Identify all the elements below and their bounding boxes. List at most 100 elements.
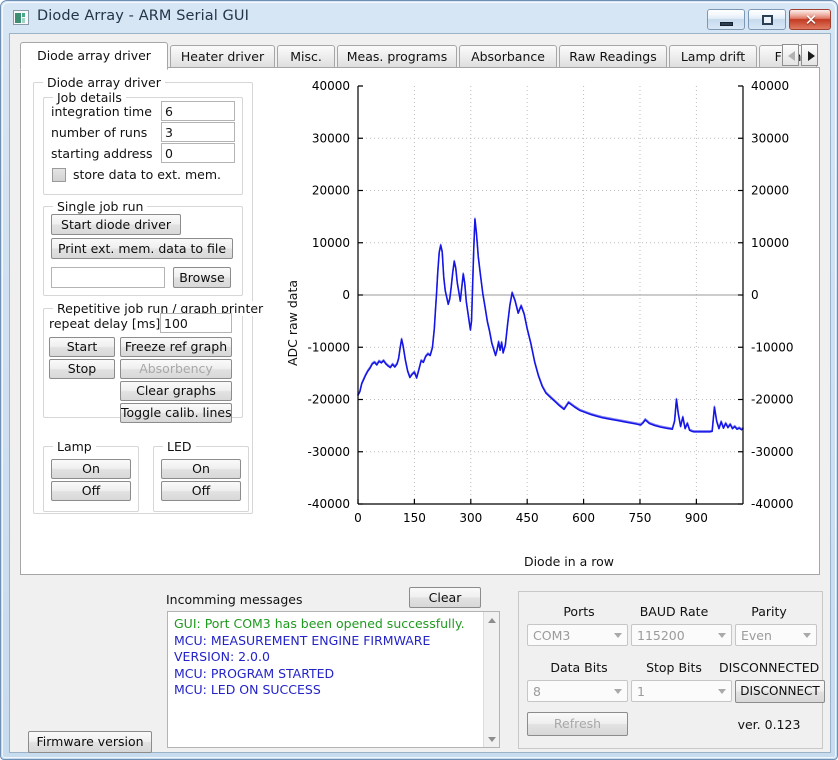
chart-y-tick-label-right: 30000 <box>751 131 789 145</box>
lamp-on-button[interactable]: On <box>51 459 131 479</box>
group-title-job-details: Job details <box>53 90 126 105</box>
minimize-button[interactable] <box>707 9 745 30</box>
led-on-button[interactable]: On <box>161 459 241 479</box>
parity-value: Even <box>741 628 772 643</box>
input-integration-time[interactable]: 6 <box>161 101 235 121</box>
group-title-led: LED <box>163 439 196 454</box>
file-path-input[interactable] <box>51 267 165 288</box>
maximize-icon <box>762 15 773 25</box>
checkbox-store-data-ext-mem[interactable] <box>52 168 66 182</box>
maximize-button[interactable] <box>748 9 786 30</box>
print-ext-mem-data-button[interactable]: Print ext. mem. data to file <box>51 238 233 259</box>
log-line: MCU: MEASUREMENT ENGINE FIRMWARE VERSION… <box>174 632 431 665</box>
chart-y-tick-label: -20000 <box>307 393 350 407</box>
chart-y-tick-label: 10000 <box>312 236 350 250</box>
tab-absorbance[interactable]: Absorbance <box>459 45 557 68</box>
chevron-left-icon <box>788 51 795 61</box>
tab-lamp-drift[interactable]: Lamp drift <box>669 45 757 68</box>
chart-series-line <box>357 217 744 432</box>
stop-bits-dropdown[interactable]: 1 <box>631 680 732 702</box>
log-line: GUI: Port COM3 has been opened successfu… <box>174 616 465 631</box>
chart-y-tick-label: 30000 <box>312 131 350 145</box>
start-button[interactable]: Start <box>49 337 115 357</box>
tab-heater-driver[interactable]: Heater driver <box>170 45 275 68</box>
title-bar[interactable]: Diode Array - ARM Serial GUI ✕ <box>1 1 837 33</box>
incoming-messages-label: Incomming messages <box>166 592 303 607</box>
triangle-up-icon <box>488 618 496 623</box>
group-title-diode-array-driver: Diode array driver <box>43 75 165 90</box>
disconnect-button[interactable]: DISCONNECT <box>735 680 825 703</box>
tab-raw-readings[interactable]: Raw Readings <box>559 45 667 68</box>
input-repeat-delay[interactable]: 100 <box>160 313 232 333</box>
lamp-off-button[interactable]: Off <box>51 481 131 501</box>
chart-x-tick-label: 300 <box>459 511 482 525</box>
log-scroll-up-button[interactable] <box>484 612 499 628</box>
chart-y-tick-label-right: -30000 <box>751 445 794 459</box>
log-scrollbar[interactable] <box>483 612 499 747</box>
ports-value: COM3 <box>533 628 571 643</box>
baud-value: 115200 <box>637 628 685 643</box>
label-starting-address: starting address <box>51 146 153 161</box>
refresh-ports-button[interactable]: Refresh <box>527 712 628 736</box>
connection-status-badge: DISCONNECTED <box>719 660 820 675</box>
chevron-down-icon <box>718 633 726 638</box>
chart-tick-labels: -40000 -40000 -30000 -30000 -20000 -20000 -100… <box>307 79 793 525</box>
chart-x-tick-label: 450 <box>516 511 539 525</box>
toggle-calib-lines-button[interactable]: Toggle calib. lines <box>120 403 232 423</box>
label-parity: Parity <box>751 604 787 619</box>
version-label: ver. 0.123 <box>737 717 801 732</box>
chart-y-tick-label: 40000 <box>312 79 350 93</box>
adc-raw-data-chart[interactable]: -40000 -40000 -30000 -30000 -20000 -20000 -100… <box>283 74 819 572</box>
chart-y-tick-label-right: 0 <box>751 288 759 302</box>
parity-dropdown[interactable]: Even <box>735 624 817 646</box>
chart-x-tick-label: 750 <box>629 511 652 525</box>
tab-misc[interactable]: Misc. <box>277 45 335 68</box>
chevron-down-icon <box>803 633 811 638</box>
tab-page-diode-array-driver: Diode array driver Job details integrati… <box>20 67 820 575</box>
chart-y-tick-label-right: -20000 <box>751 393 794 407</box>
clear-graphs-button[interactable]: Clear graphs <box>120 381 232 401</box>
chart-y-tick-label: -40000 <box>307 497 350 511</box>
application-window: Diode Array - ARM Serial GUI ✕ Diode arr… <box>0 0 838 760</box>
chart-y-tick-label: 20000 <box>312 184 350 198</box>
chart-y-tick-label-right: 10000 <box>751 236 789 250</box>
tab-diode-array-driver[interactable]: Diode array driver <box>20 42 168 70</box>
chart-x-axis-label: Diode in a row <box>524 554 614 569</box>
clear-log-button[interactable]: Clear <box>409 587 481 608</box>
client-area: Diode array driver Heater driver Misc. M… <box>9 33 831 753</box>
close-button[interactable]: ✕ <box>789 9 831 30</box>
label-store-data-ext-mem: store data to ext. mem. <box>73 167 221 182</box>
led-off-button[interactable]: Off <box>161 481 241 501</box>
chart-x-tick-label: 0 <box>354 511 362 525</box>
firmware-version-button[interactable]: Firmware version <box>28 731 152 753</box>
app-icon <box>13 10 29 25</box>
chart-svg: -40000 -40000 -30000 -30000 -20000 -20000 -100… <box>285 79 794 569</box>
label-data-bits: Data Bits <box>550 660 608 675</box>
chart-y-tick-label: 0 <box>342 288 350 302</box>
triangle-down-icon <box>488 737 496 742</box>
log-line: MCU: LED ON SUCCESS <box>174 682 321 697</box>
incoming-messages-box[interactable]: GUI: Port COM3 has been opened successfu… <box>167 611 500 748</box>
group-led: LED <box>153 439 249 512</box>
data-bits-dropdown[interactable]: 8 <box>527 680 628 702</box>
freeze-ref-graph-button[interactable]: Freeze ref graph <box>120 337 232 357</box>
ports-dropdown[interactable]: COM3 <box>527 624 628 646</box>
stop-button[interactable]: Stop <box>49 359 115 379</box>
minimize-icon <box>720 22 733 26</box>
chart-y-tick-label: -30000 <box>307 445 350 459</box>
chart-y-tick-label: -10000 <box>307 340 350 354</box>
absorbency-button[interactable]: Absorbency <box>120 359 232 379</box>
log-scroll-down-button[interactable] <box>484 731 499 747</box>
tab-scroll-left-button[interactable] <box>782 44 799 66</box>
label-stop-bits: Stop Bits <box>646 660 702 675</box>
chart-y-tick-label-right: -40000 <box>751 497 794 511</box>
tab-scroll-right-button[interactable] <box>801 44 818 66</box>
input-number-of-runs[interactable]: 3 <box>161 122 235 142</box>
tab-meas-programs[interactable]: Meas. programs <box>337 45 457 68</box>
input-starting-address[interactable]: 0 <box>161 143 235 163</box>
chart-y-tick-label-right: -10000 <box>751 340 794 354</box>
browse-button[interactable]: Browse <box>173 267 231 288</box>
start-diode-driver-button[interactable]: Start diode driver <box>51 214 181 235</box>
baud-dropdown[interactable]: 115200 <box>631 624 732 646</box>
chart-x-tick-label: 150 <box>403 511 426 525</box>
